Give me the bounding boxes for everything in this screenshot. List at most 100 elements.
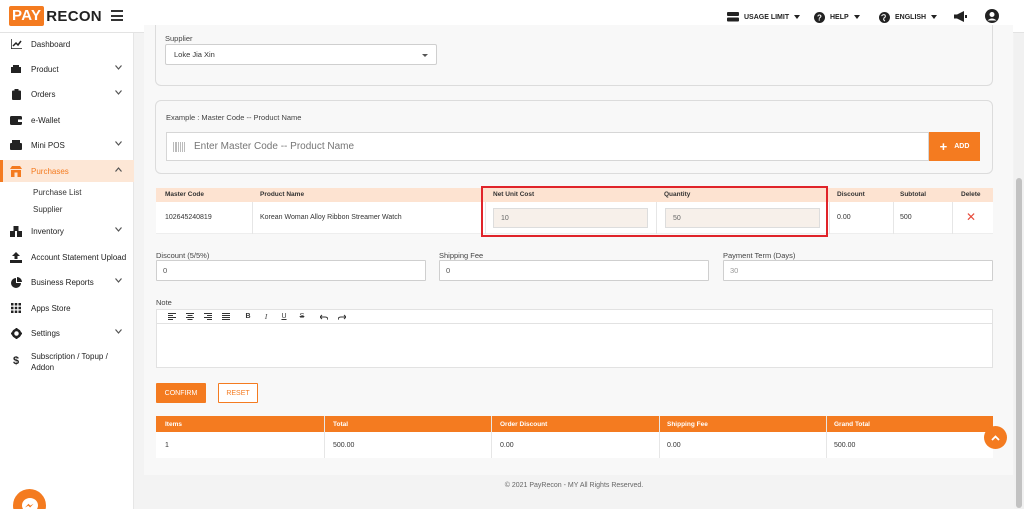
align-justify-icon[interactable] xyxy=(217,311,235,323)
dollar-icon: $ xyxy=(12,354,20,367)
sidebar-item-label: Orders xyxy=(31,89,56,99)
scroll-to-top-button[interactable] xyxy=(984,426,1007,449)
warehouse-icon xyxy=(10,225,22,237)
wallet-icon xyxy=(10,114,22,126)
column-divider xyxy=(324,416,325,458)
language-menu[interactable]: ENGLISH xyxy=(879,9,942,25)
sidebar-item-inventory[interactable]: Inventory xyxy=(0,220,134,242)
page-scrollbar[interactable] xyxy=(1014,33,1024,509)
sidebar-subitem-supplier[interactable]: Supplier xyxy=(33,205,62,214)
dropdown-arrow-icon xyxy=(422,54,428,57)
summary-shipping-fee-value: 0.00 xyxy=(667,442,681,449)
reset-button[interactable]: RESET xyxy=(218,383,258,403)
example-label: Example : Master Code -- Product Name xyxy=(166,113,302,122)
grid-icon xyxy=(10,302,22,314)
underline-icon[interactable]: U xyxy=(275,311,293,323)
sidebar-item-label: Account Statement Upload xyxy=(31,252,127,262)
strikethrough-icon[interactable]: S xyxy=(293,311,311,323)
delete-row-icon[interactable]: ✕ xyxy=(966,211,976,223)
note-label: Note xyxy=(156,298,172,307)
server-icon xyxy=(727,12,739,22)
sidebar-item-orders[interactable]: Orders xyxy=(0,83,134,105)
messenger-chat-button[interactable] xyxy=(13,489,46,509)
user-account-icon[interactable] xyxy=(985,9,999,23)
question-circle-icon: ? xyxy=(814,11,825,23)
column-divider xyxy=(826,416,827,458)
sidebar-item-business-reports[interactable]: Business Reports xyxy=(0,271,134,293)
add-button[interactable]: + ADD xyxy=(929,132,980,161)
column-divider xyxy=(829,202,830,234)
product-search-input[interactable] xyxy=(194,141,894,152)
align-center-icon[interactable] xyxy=(181,311,199,323)
italic-icon[interactable]: I xyxy=(257,311,275,323)
sidebar-item-settings[interactable]: Settings xyxy=(0,322,134,344)
sidebar-subitem-purchase-list[interactable]: Purchase List xyxy=(33,188,81,197)
chevron-down-icon xyxy=(115,65,122,70)
scrollbar-thumb[interactable] xyxy=(1016,178,1022,508)
chevron-down-icon xyxy=(115,227,122,232)
summary-col-order-discount: Order Discount xyxy=(500,421,548,428)
main-panel xyxy=(144,25,1013,475)
sidebar-item-apps-store[interactable]: Apps Store xyxy=(0,297,134,319)
sidebar-item-mini-pos[interactable]: Mini POS xyxy=(0,134,134,156)
chart-line-icon xyxy=(10,38,22,50)
barcode-icon xyxy=(173,141,185,152)
product-search-box[interactable] xyxy=(166,132,929,161)
sidebar-item-label: Settings xyxy=(31,328,60,338)
sidebar-item-ewallet[interactable]: e-Wallet xyxy=(0,109,134,131)
payment-term-label: Payment Term (Days) xyxy=(723,251,796,260)
summary-items-value: 1 xyxy=(165,442,169,449)
row-discount: 0.00 xyxy=(837,214,851,221)
box-icon xyxy=(10,63,22,75)
summary-col-items: Items xyxy=(165,421,182,428)
summary-order-discount-value: 0.00 xyxy=(500,442,514,449)
sidebar-item-label: Mini POS xyxy=(31,140,65,150)
svg-text:?: ? xyxy=(817,13,822,22)
column-divider xyxy=(659,416,660,458)
bold-icon[interactable]: B xyxy=(239,311,257,323)
payrecon-logo[interactable]: PAY RECON xyxy=(9,6,102,26)
footer-copyright: © 2021 PayRecon - MY All Rights Reserved… xyxy=(504,482,644,489)
highlight-box xyxy=(481,186,828,237)
megaphone-icon[interactable] xyxy=(954,11,967,22)
sidebar-item-label: Inventory xyxy=(31,226,64,236)
plus-icon: + xyxy=(939,139,948,154)
align-right-icon[interactable] xyxy=(199,311,217,323)
shipping-fee-input[interactable]: 0 xyxy=(439,260,709,281)
sidebar-item-purchases[interactable]: Purchases xyxy=(0,160,134,182)
undo-icon[interactable] xyxy=(315,311,333,323)
add-button-label: ADD xyxy=(954,143,970,150)
usage-limit-menu[interactable]: USAGE LIMIT xyxy=(727,9,805,25)
chevron-down-icon xyxy=(115,278,122,283)
pos-icon xyxy=(10,139,22,151)
confirm-button[interactable]: CONFIRM xyxy=(156,383,206,403)
sidebar-item-subscription[interactable]: $ Subscription / Topup / Addon xyxy=(0,351,134,377)
summary-grand-total-value: 500.00 xyxy=(834,442,856,449)
discount-input[interactable]: 0 xyxy=(156,260,426,281)
sidebar-item-label: e-Wallet xyxy=(31,115,61,125)
note-editor[interactable] xyxy=(156,324,993,368)
sidebar: Dashboard Product Orders e-Wallet Mini P… xyxy=(0,33,134,509)
column-divider xyxy=(893,202,894,234)
chevron-down-icon xyxy=(115,90,122,95)
sidebar-item-account-statement-upload[interactable]: Account Statement Upload xyxy=(0,246,134,268)
sidebar-item-product[interactable]: Product xyxy=(0,58,134,80)
logo-box: PAY xyxy=(9,6,45,26)
col-master-code: Master Code xyxy=(165,191,205,198)
sidebar-item-label: Apps Store xyxy=(31,303,71,313)
summary-row xyxy=(156,432,993,458)
supplier-label: Supplier xyxy=(165,34,193,43)
sidebar-item-dashboard[interactable]: Dashboard xyxy=(0,33,134,55)
hamburger-menu-icon[interactable] xyxy=(111,10,123,21)
column-divider xyxy=(491,416,492,458)
clipboard-icon xyxy=(10,88,22,100)
payment-term-input[interactable]: 30 xyxy=(723,260,993,281)
col-delete: Delete xyxy=(961,191,981,198)
caret-down-icon xyxy=(931,15,938,19)
align-left-icon[interactable] xyxy=(163,311,181,323)
col-subtotal: Subtotal xyxy=(900,191,926,198)
globe-icon xyxy=(879,11,890,23)
redo-icon[interactable] xyxy=(333,311,351,323)
help-menu[interactable]: ? HELP xyxy=(814,9,865,25)
supplier-select[interactable]: Loke Jia Xin xyxy=(165,44,437,65)
